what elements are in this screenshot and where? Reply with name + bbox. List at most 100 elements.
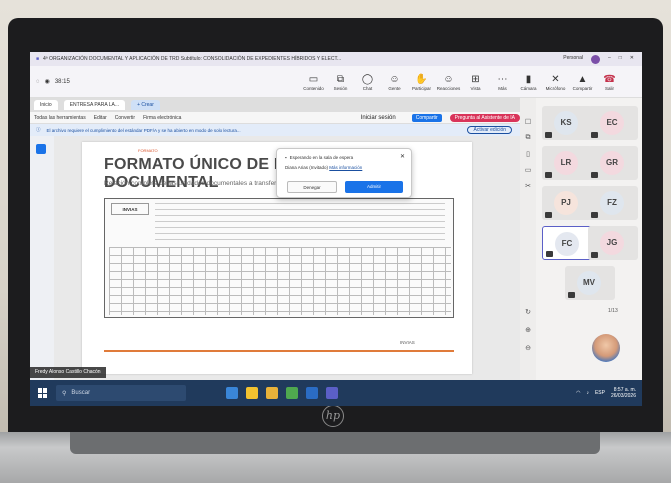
zoom-out-icon[interactable]: ⊖ xyxy=(523,344,533,352)
action-label: Compartir xyxy=(572,85,593,91)
info-icon: ⓘ xyxy=(36,127,41,132)
wifi-icon: ◠ xyxy=(576,390,581,396)
search-icon: ⚲ xyxy=(62,390,67,397)
meeting-right-actions: ▮ Cámara ✕ Micrófono ▲ Compartir ☎ Salir xyxy=(515,68,623,96)
scissors-icon[interactable]: ✂ xyxy=(523,182,533,190)
meeting-m-s-button[interactable]: ⋯ Más xyxy=(489,68,516,96)
word-icon[interactable] xyxy=(306,387,318,399)
chat-icon[interactable]: ☐ xyxy=(523,118,533,126)
mic-muted-icon xyxy=(568,292,575,298)
readonly-banner: ⓘ El archivo requiere el cumplimiento de… xyxy=(30,124,520,136)
meeting-contenido-button[interactable]: ▭ Contenido xyxy=(300,68,327,96)
participant-tile-mv[interactable]: MV xyxy=(565,266,615,300)
mic-muted-icon xyxy=(545,212,552,218)
admit-button[interactable]: Admitir xyxy=(345,181,403,193)
participant-tile-pj[interactable]: PJ xyxy=(542,186,592,220)
meeting-sesi-n-button[interactable]: ⧉ Sesión xyxy=(327,68,354,96)
ai-assistant-button[interactable]: Pregunta al Asistente de IA xyxy=(449,113,520,122)
tab-create[interactable]: + Crear xyxy=(131,100,160,110)
signin-link[interactable]: Iniciar sesión xyxy=(361,115,404,121)
minimize-icon[interactable]: – xyxy=(608,55,611,64)
mic-muted-icon xyxy=(545,132,552,138)
action-label: Gente xyxy=(388,85,401,91)
popup-close-icon[interactable]: ✕ xyxy=(400,153,405,160)
more-info-link[interactable]: Más información xyxy=(329,165,362,170)
participant-tile-gr[interactable]: GR xyxy=(588,146,638,180)
self-view-avatar[interactable] xyxy=(592,334,620,362)
taskbar-apps xyxy=(226,387,338,399)
participant-tile-fc[interactable]: FC xyxy=(542,226,592,260)
bookmark-icon[interactable] xyxy=(36,144,46,154)
chrome-icon[interactable] xyxy=(286,387,298,399)
m-s-icon: ⋯ xyxy=(497,73,508,85)
edge-icon[interactable] xyxy=(226,387,238,399)
participant-avatar: EC xyxy=(600,111,624,135)
participant-tile-lr[interactable]: LR xyxy=(542,146,592,180)
zoom-in-icon[interactable]: ⊕ xyxy=(523,326,533,334)
action-label: Participar xyxy=(411,85,431,91)
window-title: 4ª ORGANIZACIÓN DOCUMENTAL Y APLICACIÓN … xyxy=(43,56,342,62)
copy-icon[interactable]: ⧉ xyxy=(523,134,533,142)
screen: ■ 4ª ORGANIZACIÓN DOCUMENTAL Y APLICACIÓ… xyxy=(30,52,642,406)
meeting-compartir-button[interactable]: ▲ Compartir xyxy=(569,68,596,96)
mic-muted-icon xyxy=(591,132,598,138)
browser-tabs: Inicio ENTRESA PARA LA... + Crear xyxy=(30,98,520,112)
file-icon[interactable]: ▯ xyxy=(523,150,533,158)
mic-muted-icon xyxy=(546,251,553,257)
action-label: Cámara xyxy=(520,85,537,91)
toolbar-all-tools[interactable]: Todas las herramientas xyxy=(34,115,86,121)
toolbar-edit[interactable]: Editar xyxy=(94,115,107,121)
vista-icon: ⊞ xyxy=(471,73,480,85)
user-label: Personal xyxy=(563,54,583,61)
action-label: Salir xyxy=(604,85,614,91)
tab-document[interactable]: ENTRESA PARA LA... xyxy=(63,100,126,110)
mic-muted-icon xyxy=(591,212,598,218)
user-avatar[interactable] xyxy=(590,54,600,64)
viewer-toolbar: Todas las herramientas Editar Convertir … xyxy=(30,112,520,124)
participant-tile-fz[interactable]: FZ xyxy=(588,186,638,220)
banner-text: El archivo requiere el cumplimiento del … xyxy=(46,127,241,133)
mic-muted-icon xyxy=(591,172,598,178)
form-logo: INVIAS xyxy=(111,203,149,215)
meeting-participar-button[interactable]: ✋ Participar xyxy=(408,68,435,96)
toolbar-convert[interactable]: Convertir xyxy=(115,115,135,121)
share-button[interactable]: Compartir xyxy=(411,113,442,122)
participants-panel: ☐ ⧉ ▯ ▭ ✂ ↻ ⊕ ⊖ 1/13 KS EC LR GR PJ FZ FC JG MV xyxy=(520,98,642,380)
meeting-reacciones-button[interactable]: ☺ Reacciones xyxy=(435,68,462,96)
popup-title-text: Esperando en la sala de espera xyxy=(289,155,354,160)
clock[interactable]: 8:57 a. m. 26/03/2026 xyxy=(611,387,636,399)
pdf-viewer: Inicio ENTRESA PARA LA... + Crear Todas … xyxy=(30,98,520,380)
record-icon: ◉ xyxy=(44,79,50,85)
maximize-icon[interactable]: □ xyxy=(619,55,622,64)
clipboard-icon[interactable]: ▭ xyxy=(523,166,533,174)
close-icon[interactable]: ✕ xyxy=(630,55,634,64)
meeting-c-mara-button[interactable]: ▮ Cámara xyxy=(515,68,542,96)
tab-home[interactable]: Inicio xyxy=(34,100,58,110)
participant-tile-jg[interactable]: JG xyxy=(588,226,638,260)
participant-avatar: FZ xyxy=(600,191,624,215)
folder-icon[interactable] xyxy=(266,387,278,399)
contenido-icon: ▭ xyxy=(308,73,319,85)
toolbar-sign[interactable]: Firma electrónica xyxy=(143,115,181,121)
file-explorer-icon[interactable] xyxy=(246,387,258,399)
gente-icon: ☺ xyxy=(389,73,400,85)
participant-tile-ec[interactable]: EC xyxy=(588,106,638,140)
meeting-micr-fono-button[interactable]: ✕ Micrófono xyxy=(542,68,569,96)
meeting-vista-button[interactable]: ⊞ Vista xyxy=(462,68,489,96)
refresh-icon[interactable]: ↻ xyxy=(523,308,533,316)
start-icon[interactable] xyxy=(38,388,48,398)
meeting-salir-button[interactable]: ☎ Salir xyxy=(596,68,623,96)
teams-taskbar-icon[interactable] xyxy=(326,387,338,399)
volume-icon: ♪ xyxy=(586,390,589,396)
deny-button[interactable]: Denegar xyxy=(287,181,337,193)
meeting-chat-button[interactable]: ◯ Chat xyxy=(354,68,381,96)
enable-edit-button[interactable]: Activar edición xyxy=(467,126,512,134)
meeting-gente-button[interactable]: ☺ Gente xyxy=(381,68,408,96)
taskbar-search[interactable]: ⚲ Buscar xyxy=(56,385,186,401)
action-label: Sesión xyxy=(333,85,348,91)
document-area: FORMATO FORMATO ÚNICO DE INVENTARIO DOCU… xyxy=(30,136,520,380)
participant-tile-ks[interactable]: KS xyxy=(542,106,592,140)
c-mara-icon: ▮ xyxy=(525,73,532,85)
meeting-timer: ◌ ◉ 38:15 xyxy=(30,78,70,86)
lang-label: ESP xyxy=(594,390,605,396)
